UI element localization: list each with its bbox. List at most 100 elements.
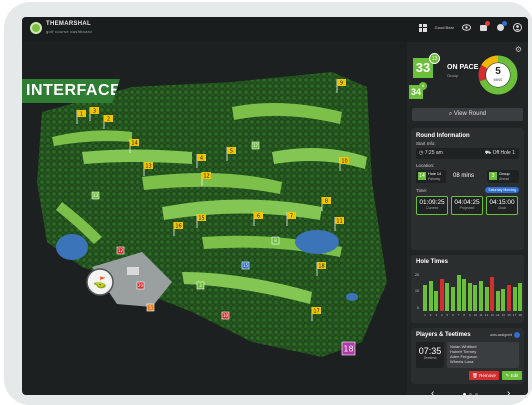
group-marker[interactable]: 12 <box>116 246 125 255</box>
hole-location[interactable]: 14 Hole 14 Fairway <box>416 170 446 183</box>
hole-time-bar[interactable] <box>434 291 439 311</box>
hole-flag-number: 9 <box>340 81 343 87</box>
time-stats: 01:09:25 Current 04:04:25 Projected 04:1… <box>416 196 524 215</box>
group-marker-number: 20 <box>138 283 144 288</box>
pager-dot[interactable] <box>463 393 466 395</box>
group-marker[interactable]: 18 <box>341 341 356 356</box>
edit-button[interactable]: ✎ Edit <box>502 371 522 380</box>
hole-time-x-label: 13 <box>490 313 494 317</box>
player-names: Nolan Whitford Hubert Tierney Aden Fergu… <box>447 342 519 368</box>
hole-flag-number: 8 <box>325 199 328 205</box>
hole-time-bar[interactable] <box>445 283 450 311</box>
tee-time: 07:35 <box>418 346 442 356</box>
hole-time-bar[interactable] <box>462 279 467 311</box>
group-marker[interactable]: 15 <box>241 261 250 270</box>
hole-flag-number: 11 <box>336 219 342 225</box>
location-label: Location: <box>416 163 435 168</box>
hole-times-card: Hole Times 20 10 0 1 2 3 4 5 6 7 8 9 10 11 12 13 14 15… <box>411 255 524 323</box>
hole-time-x-label: 10 <box>473 313 478 317</box>
players-title: Players & Teetimes <box>416 332 471 338</box>
eye-icon[interactable] <box>462 24 471 31</box>
tablet-frame: THEMARSHAL golf course dashboard Good Be… <box>4 2 532 405</box>
notification-icon[interactable] <box>479 21 490 32</box>
prev-arrow[interactable]: ‹ <box>431 388 434 395</box>
hole-time-bar[interactable] <box>423 285 427 311</box>
time-pill[interactable]: Saturday Morning <box>485 187 519 193</box>
start-info-row: ◷ 7:25 am ⛟ Off Hole 1 <box>416 148 519 159</box>
pace-status: ON PACE <box>447 64 479 71</box>
stat-projected: 04:04:25 Projected <box>451 196 483 215</box>
hole-time-bar[interactable] <box>479 281 483 311</box>
hole-time-x-label: 14 <box>496 313 500 317</box>
mins-to-hole: 08 mins <box>453 173 475 179</box>
hole-time-x-label: 6 <box>452 313 454 317</box>
hole-flag-number: 12 <box>203 174 209 180</box>
status-label: Good Bear <box>434 25 454 30</box>
group-marker[interactable]: 8 <box>271 236 280 245</box>
golfer-icon: ⛳ <box>93 276 107 289</box>
hole-time-bar[interactable] <box>507 285 511 311</box>
group-marker[interactable]: 5 <box>146 303 155 312</box>
tee-time-label: Teetime <box>423 356 437 360</box>
hole-time-bar[interactable] <box>484 287 489 311</box>
group-marker-number: 3 <box>199 283 202 288</box>
hole-time-bar[interactable] <box>501 289 506 311</box>
group-marker[interactable]: 33 <box>91 191 100 200</box>
hole-number: 14 <box>418 172 426 180</box>
app-logo[interactable]: THEMARSHAL golf course dashboard <box>30 21 92 35</box>
hole-time-bar[interactable] <box>518 283 523 311</box>
clubhouse-building <box>127 267 139 275</box>
hole-flag-number: 14 <box>131 141 137 147</box>
hole-times-title: Hole Times <box>416 259 448 265</box>
group-marker-number: 10 <box>223 313 229 318</box>
hole-time-x-label: 11 <box>479 313 483 317</box>
group-marker[interactable]: 10 <box>221 311 230 320</box>
pager-dot[interactable] <box>469 393 472 395</box>
hole-time-bar[interactable] <box>456 275 461 311</box>
messages-badge <box>502 21 507 26</box>
group-marker[interactable]: 20 <box>136 281 145 290</box>
hole-time-x-label: 15 <box>501 313 506 317</box>
next-arrow[interactable]: › <box>507 388 510 395</box>
stat-goal: 04:15:00 Goal <box>486 196 518 215</box>
water-hazard <box>295 230 339 254</box>
round-info-title: Round Information <box>416 133 470 139</box>
hole-time-bar[interactable] <box>512 287 517 311</box>
auto-assign-toggle[interactable] <box>514 332 520 338</box>
group-ahead[interactable]: 3 Group Ahead <box>487 170 519 183</box>
hole-flag-number: 2 <box>107 117 110 123</box>
messages-icon[interactable] <box>496 21 507 32</box>
hole-time-x-label: 18 <box>518 313 522 317</box>
water-hazard <box>56 234 88 260</box>
apps-grid-icon[interactable] <box>418 23 427 32</box>
group-ahead-label: Group <box>499 172 510 176</box>
hole-time-bar[interactable] <box>451 287 455 311</box>
hole-time-bar[interactable] <box>428 281 433 311</box>
top-icons: Good Bear <box>418 21 522 32</box>
hole-time-bar[interactable] <box>490 277 495 311</box>
y-tick: 20 <box>415 273 419 277</box>
view-round-button[interactable]: ⌕ View Round <box>412 108 523 121</box>
hole-time-bar[interactable] <box>467 283 472 311</box>
hole-time-bar[interactable] <box>495 291 500 311</box>
group-marker[interactable]: 3 <box>196 281 205 290</box>
hole-time-bar[interactable] <box>473 285 478 311</box>
hole-label: Hole 14 <box>428 172 442 176</box>
group-marker[interactable]: 17 <box>251 141 260 150</box>
group-ahead-number: 3 <box>489 172 497 180</box>
stat-current: 01:09:25 Current <box>416 196 448 215</box>
time-label: Time: <box>416 188 428 193</box>
clock-icon: ◷ <box>419 150 425 156</box>
hole-time-bar[interactable] <box>439 279 444 311</box>
hole-time-x-label: 17 <box>512 313 517 317</box>
hole-flag-number: 10 <box>341 159 347 165</box>
group-marker-number: 33 <box>93 193 99 198</box>
user-icon[interactable] <box>513 23 522 32</box>
pager-dot[interactable] <box>475 393 478 395</box>
pace-status-sub: Group <box>447 73 459 78</box>
settings-icon[interactable]: ⚙ <box>515 45 522 54</box>
donut-number: 5 <box>495 66 501 77</box>
group-marker-number: 18 <box>343 344 353 353</box>
tee-time-box: 07:35 Teetime <box>416 342 444 368</box>
remove-button[interactable]: 🗑 Remove <box>469 371 499 380</box>
